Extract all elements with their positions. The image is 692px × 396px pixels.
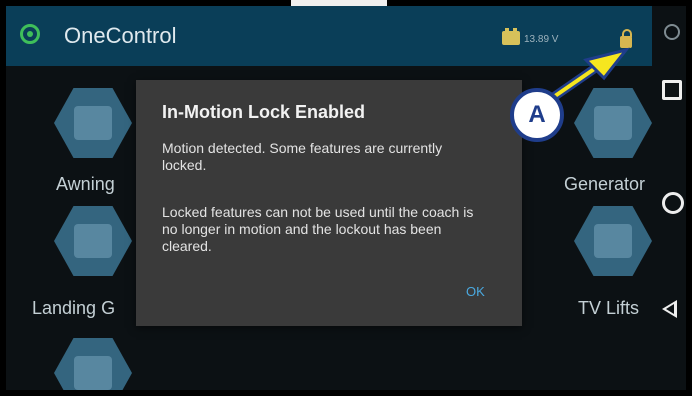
callout-letter: A [528,101,546,128]
callout-badge: A [510,88,564,142]
callout-arrow [550,47,630,101]
